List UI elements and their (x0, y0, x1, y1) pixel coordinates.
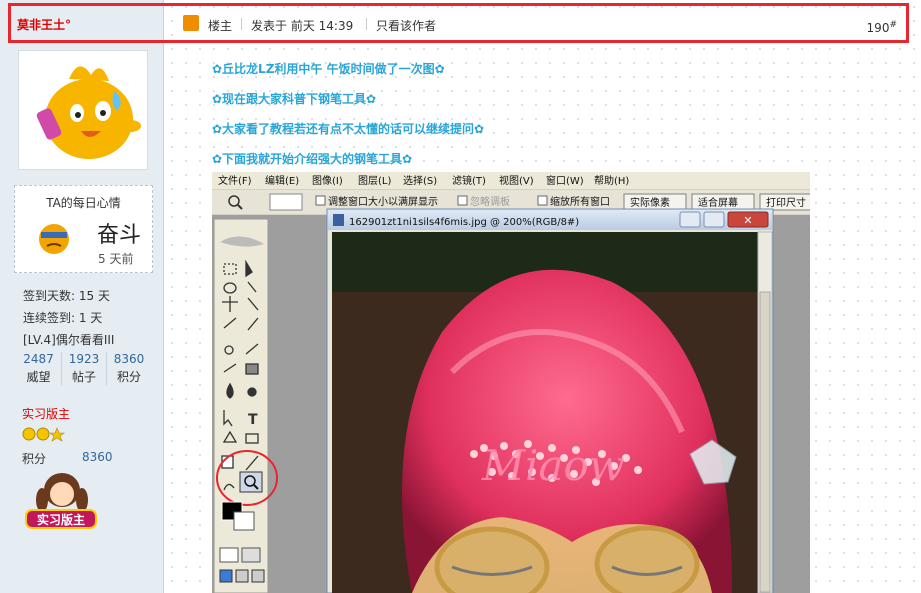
ps-option-ignore[interactable]: 忽略调板 (470, 195, 510, 208)
count-points[interactable]: 8360 积分 (106, 352, 151, 385)
ps-menu-select[interactable]: 选择(S) (403, 174, 437, 187)
ps-menu-layer[interactable]: 图层(L) (358, 175, 391, 187)
user-sidebar: 莫非王土° TA的每日心情 奋斗 5 天前 签到天数: 15 天 连续签到: 1… (0, 0, 164, 593)
divider (366, 18, 367, 30)
post-text-line: ✿大家看了教程若还有点不太懂的话可以继续提问✿ (212, 122, 485, 136)
ps-maximize-button[interactable] (703, 211, 725, 228)
ps-minimize-button[interactable] (679, 211, 701, 228)
ps-menu-file[interactable]: 文件(F) (218, 174, 252, 187)
avatar[interactable] (18, 50, 148, 170)
count-label: 帖子 (71, 370, 96, 384)
ps-menu-window[interactable]: 窗口(W) (546, 174, 584, 187)
zoom-tool-button[interactable] (239, 471, 263, 493)
divider (12, 40, 152, 41)
count-value: 1923 (68, 352, 100, 366)
post-text-line: ✿丘比龙LZ利用中午 午饭时间做了一次图✿ (212, 62, 445, 76)
ps-doc-icon (333, 214, 344, 226)
consecutive-checkin: 连续签到: 1 天 (23, 311, 103, 325)
ps-menu-view[interactable]: 视图(V) (499, 174, 534, 187)
daily-mood-box: TA的每日心情 奋斗 5 天前 (14, 185, 153, 273)
floor-number[interactable]: 190# (867, 20, 897, 35)
ps-scroll-thumb[interactable] (759, 291, 771, 593)
ps-actual-pixels-button[interactable]: 实际像素 (630, 196, 670, 209)
mood-title: TA的每日心情 (46, 196, 121, 210)
count-posts[interactable]: 1923 帖子 (61, 352, 106, 385)
floor-value: 190 (866, 21, 890, 35)
post-role: 楼主 (208, 19, 233, 33)
photoshop-screenshot[interactable]: 文件(F) 编辑(E) 图像(I) 图层(L) 选择(S) 滤镜(T) 视图(V… (212, 172, 810, 593)
medal-icons (22, 427, 65, 442)
count-prestige[interactable]: 2487 威望 (16, 352, 61, 385)
count-value: 2487 (23, 352, 54, 366)
ps-menu-filter[interactable]: 滤镜(T) (452, 174, 486, 187)
post-text-line: ✿下面我就开始介绍强大的钢笔工具✿ (212, 152, 413, 166)
user-counts: 2487 威望 1923 帖子 8360 积分 (16, 352, 152, 392)
ps-menu-edit[interactable]: 编辑(E) (265, 174, 299, 187)
ps-option-resize[interactable]: 调整窗口大小以满屏显示 (328, 195, 438, 208)
post-time: 发表于 前天 14:39 (251, 19, 354, 33)
username-link[interactable]: 莫非王土° (17, 16, 71, 33)
author-only-link[interactable]: 只看该作者 (376, 17, 436, 34)
checkin-days: 签到天数: 15 天 (23, 289, 110, 303)
user-level: [LV.4]偶尔看看III (23, 333, 115, 347)
count-label: 威望 (26, 370, 51, 384)
svg-text:✕: ✕ (743, 214, 752, 227)
post-header: 楼主 发表于 前天 14:39 只看该作者 190# (181, 9, 905, 41)
mood-time: 5 天前 (98, 252, 134, 266)
badge-text: 实习版主 (37, 512, 85, 527)
count-value: 8360 (113, 352, 145, 366)
striving-face-icon (39, 224, 69, 254)
user-group-link[interactable]: 实习版主 (22, 405, 70, 422)
post-text-line: ✿现在跟大家科普下钢笔工具✿ (212, 92, 377, 106)
count-label: 积分 (116, 370, 141, 384)
mood-word: 奋斗 (97, 223, 142, 248)
ps-fit-screen-button[interactable]: 适合屏幕 (698, 196, 738, 209)
ps-print-size-button[interactable]: 打印尺寸 (766, 196, 806, 209)
poster-icon (183, 15, 199, 31)
photoshop-window: 文件(F) 编辑(E) 图像(I) 图层(L) 选择(S) 滤镜(T) 视图(V… (212, 172, 810, 593)
moderator-badge-icon: 实习版主 (25, 473, 97, 529)
ps-document-title: 162901zt1ni1sils4f6mis.jpg @ 200%(RGB/8#… (349, 217, 579, 228)
score-label: 积分 (22, 452, 47, 466)
ps-menu-image[interactable]: 图像(I) (312, 175, 343, 187)
floor-mark: # (889, 20, 897, 30)
post-content-area: 楼主 发表于 前天 14:39 只看该作者 190# ✿丘比龙LZ利用中午 午饭… (165, 0, 921, 593)
svg-text:T: T (248, 412, 258, 428)
score-value: 8360 (82, 450, 113, 464)
avatar-chick-icon (36, 66, 141, 159)
hair-ornament-text: Miaow (481, 441, 625, 490)
divider (241, 18, 242, 30)
ps-option-zoom-all[interactable]: 缩放所有窗口 (550, 195, 610, 208)
ps-menu-help[interactable]: 帮助(H) (594, 174, 629, 187)
